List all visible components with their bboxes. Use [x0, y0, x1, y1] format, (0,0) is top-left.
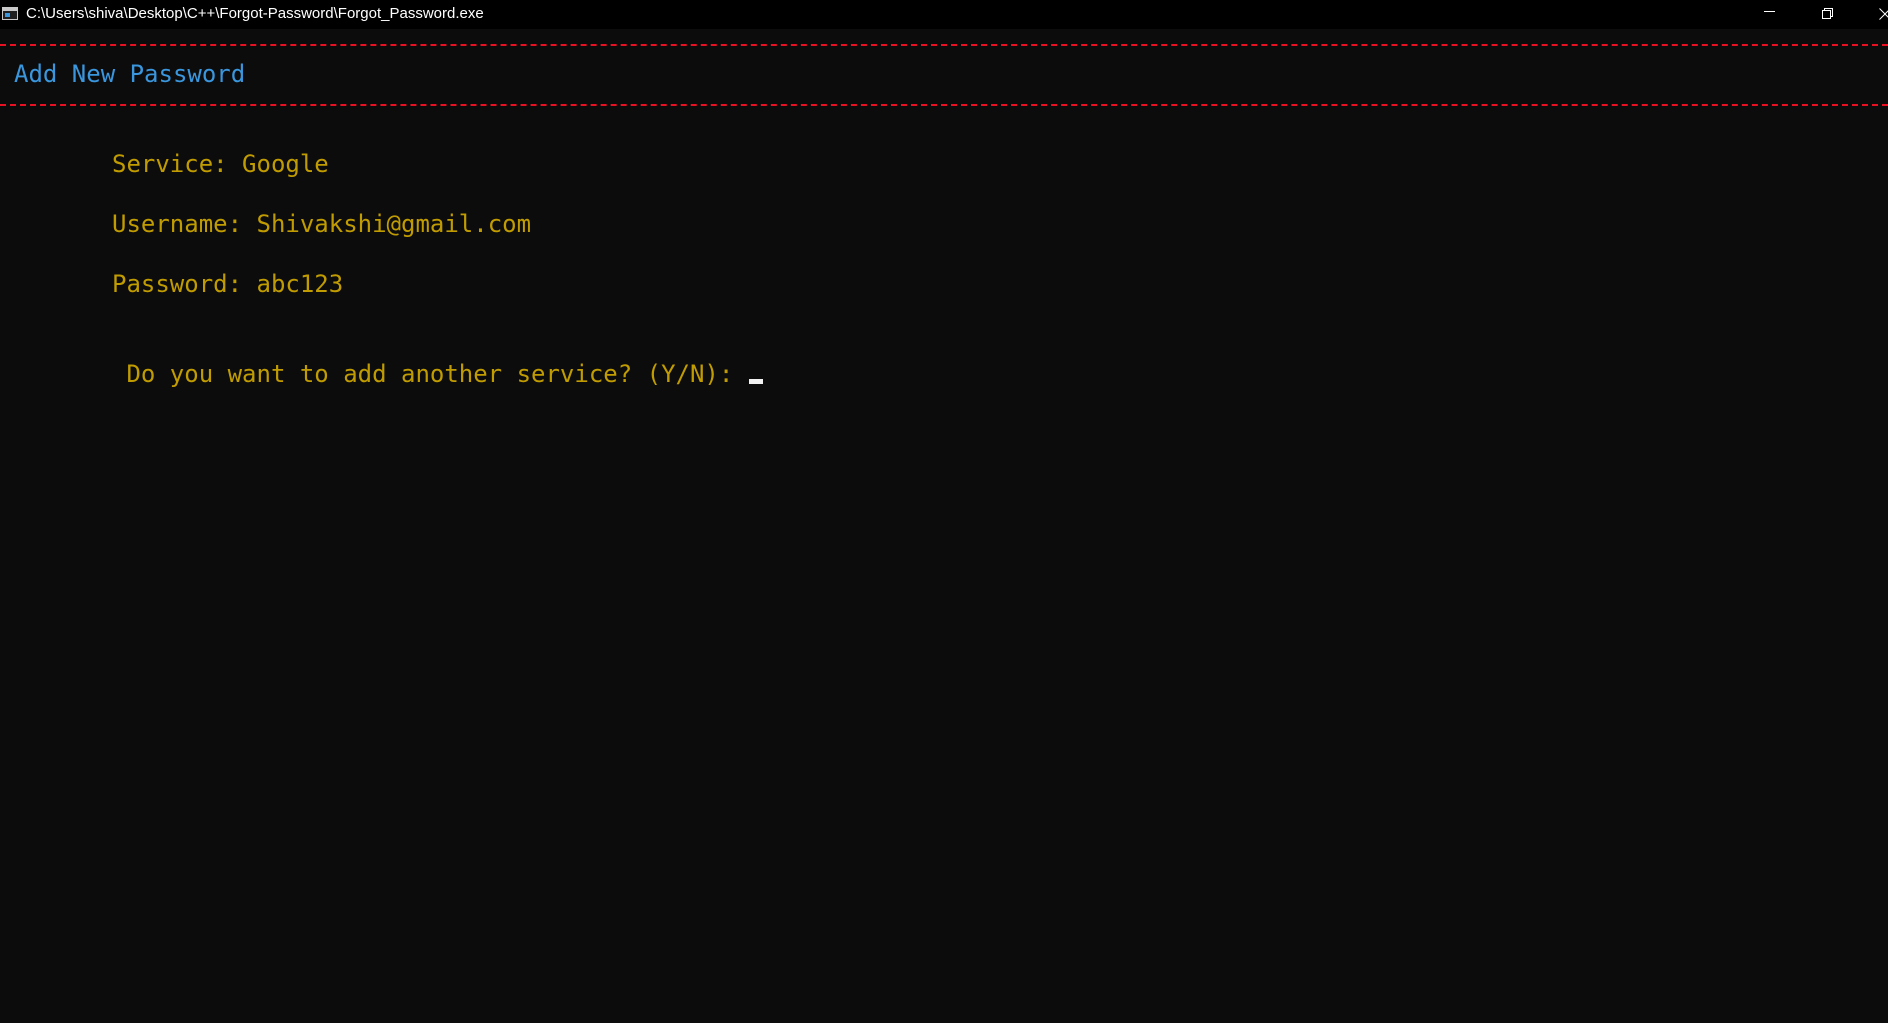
minimize-icon — [1764, 11, 1775, 12]
divider-top — [0, 44, 1888, 46]
close-button[interactable] — [1857, 0, 1888, 29]
add-another-prompt: Do you want to add another service? (Y/N… — [126, 360, 734, 388]
title-bar[interactable]: C:\Users\shiva\Desktop\C++\Forgot-Passwo… — [0, 0, 1888, 29]
restore-icon — [1822, 8, 1833, 19]
minimize-button[interactable] — [1743, 0, 1799, 29]
window-title: C:\Users\shiva\Desktop\C++\Forgot-Passwo… — [26, 5, 484, 22]
divider-bottom — [0, 104, 1888, 106]
section-heading: Add New Password — [14, 60, 246, 88]
prompt-line: Do you want to add another service? (Y/N… — [112, 360, 764, 388]
password-value: abc123 — [256, 270, 344, 298]
service-value: Google — [242, 150, 329, 178]
password-label: Password: — [112, 270, 243, 298]
console-app-icon — [2, 7, 18, 20]
console-output[interactable]: Add New Password Service: Google Usernam… — [0, 29, 1888, 1023]
restore-button[interactable] — [1800, 0, 1856, 29]
service-line: Service: Google — [112, 150, 329, 178]
console-window: C:\Users\shiva\Desktop\C++\Forgot-Passwo… — [0, 0, 1888, 1023]
username-label: Username: — [112, 210, 243, 238]
username-value: Shivakshi@gmail.com — [256, 210, 532, 238]
text-cursor — [749, 379, 764, 384]
password-line: Password: abc123 — [112, 270, 343, 298]
service-label: Service: — [112, 150, 228, 178]
username-line: Username: Shivakshi@gmail.com — [112, 210, 531, 238]
close-icon — [1879, 8, 1888, 20]
